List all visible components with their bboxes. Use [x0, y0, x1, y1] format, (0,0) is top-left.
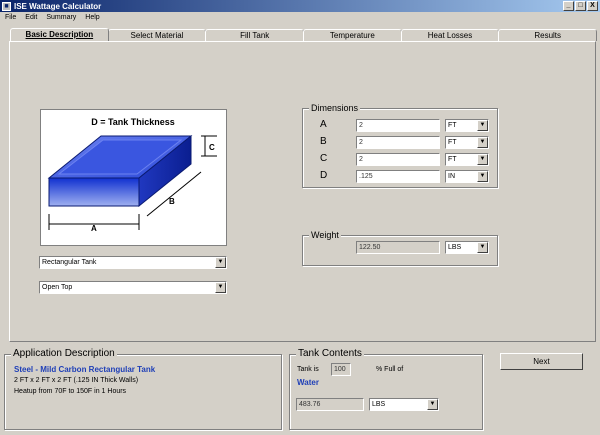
dimension-a-label: A [91, 224, 97, 233]
chevron-down-icon[interactable]: ▼ [215, 282, 226, 293]
dimension-c-unit-select[interactable]: FT ▼ [445, 153, 489, 166]
dimension-c-row-label: C [320, 153, 328, 164]
minimize-button[interactable]: _ [563, 1, 574, 11]
dimension-b-label: B [169, 197, 175, 206]
dimension-a-unit-select[interactable]: FT ▼ [445, 119, 489, 132]
title-bar: ■ ISE Wattage Calculator _ □ X [0, 0, 600, 12]
tab-basic-description[interactable]: Basic Description [10, 28, 109, 41]
application-description-title: Application Description [11, 348, 117, 359]
app-icon: ■ [2, 1, 11, 11]
application-line-3: Heatup from 70F to 150F in 1 Hours [14, 388, 127, 395]
tank-shape-select[interactable]: Rectangular Tank ▼ [39, 256, 227, 269]
window-title: ISE Wattage Calculator [14, 1, 102, 11]
dimension-a-row-label: A [320, 119, 327, 130]
fill-percent-value: 100 [334, 366, 346, 373]
tab-strip: Basic Description Select Material Fill T… [10, 28, 598, 41]
dimension-d-value: .125 [359, 173, 373, 180]
chevron-down-icon[interactable]: ▼ [215, 257, 226, 268]
tank-diagram-graphic: D = Tank Thickness A B C [47, 117, 217, 233]
menu-file[interactable]: File [0, 14, 20, 21]
contents-weight-readout: 483.76 [296, 398, 364, 411]
tank-contents-title: Tank Contents [296, 348, 364, 359]
dimensions-title: Dimensions [309, 103, 361, 113]
liquid-name: Water [297, 378, 319, 387]
next-button[interactable]: Next [500, 353, 583, 370]
dimension-c-input[interactable]: 2 [356, 153, 440, 166]
tank-top-value: Open Top [42, 284, 73, 291]
dimension-d-unit: IN [448, 173, 455, 180]
menu-edit[interactable]: Edit [20, 14, 41, 21]
tab-temperature[interactable]: Temperature [303, 29, 402, 41]
dimension-d-row-label: D [320, 170, 328, 181]
chevron-down-icon[interactable]: ▼ [477, 137, 488, 148]
window-controls: _ □ X [563, 1, 598, 11]
weight-title: Weight [309, 230, 341, 240]
dimension-a-value: 2 [359, 122, 363, 129]
weight-value: 122.50 [359, 244, 381, 251]
dimension-b-input[interactable]: 2 [356, 136, 440, 149]
tab-heat-losses[interactable]: Heat Losses [400, 29, 500, 41]
fill-percent-readout: 100 [331, 363, 351, 376]
tank-is-label: Tank is [297, 366, 319, 373]
application-line-2: 2 FT x 2 FT x 2 FT (.125 IN Thick Walls) [14, 377, 139, 384]
dimension-a-unit: FT [448, 122, 457, 129]
chevron-down-icon[interactable]: ▼ [427, 399, 438, 410]
tank-front-face [48, 177, 140, 207]
application-line-1: Steel - Mild Carbon Rectangular Tank [14, 365, 156, 374]
weight-unit-select[interactable]: LBS ▼ [445, 241, 489, 254]
dimension-b-unit: FT [448, 139, 457, 146]
maximize-button[interactable]: □ [575, 1, 586, 11]
tab-select-material[interactable]: Select Material [107, 29, 207, 41]
tank-shape-value: Rectangular Tank [42, 259, 97, 266]
chevron-down-icon[interactable]: ▼ [477, 154, 488, 165]
close-button[interactable]: X [587, 1, 598, 11]
dimension-c-value: 2 [359, 156, 363, 163]
dimension-b-unit-select[interactable]: FT ▼ [445, 136, 489, 149]
tank-top-select[interactable]: Open Top ▼ [39, 281, 227, 294]
menu-help[interactable]: Help [80, 14, 103, 21]
dimension-d-input[interactable]: .125 [356, 170, 440, 183]
dimension-d-unit-select[interactable]: IN ▼ [445, 170, 489, 183]
menu-bar: File Edit Summary Help [0, 12, 600, 23]
dimension-b-row-label: B [320, 136, 327, 147]
tab-results[interactable]: Results [498, 29, 598, 41]
contents-weight-value: 483.76 [299, 401, 321, 408]
tab-fill-tank[interactable]: Fill Tank [205, 29, 305, 41]
full-of-label: % Full of [376, 366, 404, 373]
contents-unit-select[interactable]: LBS ▼ [369, 398, 439, 411]
contents-unit: LBS [372, 401, 386, 408]
dimension-c-unit: FT [448, 156, 457, 163]
menu-summary[interactable]: Summary [41, 14, 80, 21]
tank-diagram: D = Tank Thickness A B C [40, 109, 227, 246]
chevron-down-icon[interactable]: ▼ [477, 242, 488, 253]
chevron-down-icon[interactable]: ▼ [477, 171, 488, 182]
dimension-a-input[interactable]: 2 [356, 119, 440, 132]
chevron-down-icon[interactable]: ▼ [477, 120, 488, 131]
dimension-b-value: 2 [359, 139, 363, 146]
weight-unit: LBS [448, 244, 462, 251]
weight-readout: 122.50 [356, 241, 440, 254]
diagram-caption: D = Tank Thickness [91, 117, 175, 127]
dimension-c-label: C [209, 143, 215, 152]
